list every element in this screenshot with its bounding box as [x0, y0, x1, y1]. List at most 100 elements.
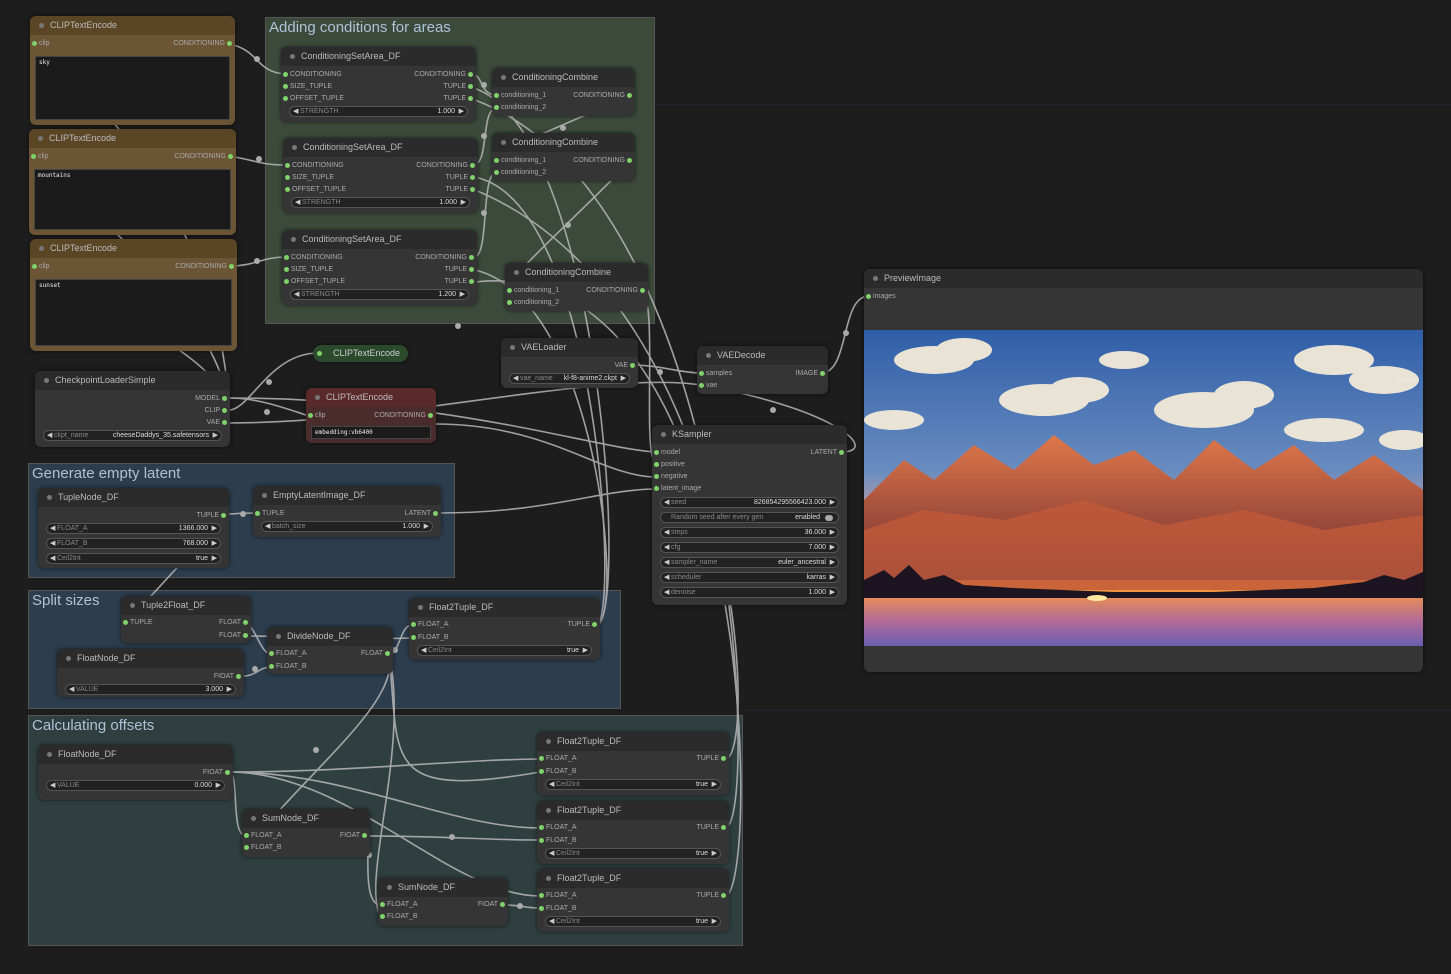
output-socket[interactable] — [228, 154, 233, 159]
input-socket[interactable] — [539, 769, 544, 774]
clip-text-encode-sunset[interactable]: CLIPTextEncode clip CONDITIONING sunset — [30, 239, 237, 351]
node-header[interactable]: Float2Tuple_DF — [537, 732, 729, 751]
input-socket[interactable] — [283, 72, 288, 77]
output-socket[interactable] — [839, 450, 844, 455]
ceil2int-toggle[interactable]: ◀ Ceil2Int true ▶ — [46, 553, 221, 564]
output-socket[interactable] — [221, 513, 226, 518]
collapse-dot[interactable] — [501, 75, 506, 80]
output-socket[interactable] — [243, 633, 248, 638]
input-socket[interactable] — [654, 462, 659, 467]
input-socket[interactable] — [699, 371, 704, 376]
clip-text-encode-sky[interactable]: CLIPTextEncode clip CONDITIONING sky — [30, 16, 235, 125]
output-socket[interactable] — [469, 279, 474, 284]
input-socket[interactable] — [244, 833, 249, 838]
node-header[interactable]: VAEDecode — [697, 346, 828, 365]
collapse-dot[interactable] — [130, 603, 135, 608]
input-socket[interactable] — [507, 288, 512, 293]
collapse-dot[interactable] — [47, 495, 52, 500]
input-socket[interactable] — [285, 163, 290, 168]
output-socket[interactable] — [469, 267, 474, 272]
collapse-dot[interactable] — [387, 885, 392, 890]
cfg-field[interactable]: ◀ cfg 7.000 ▶ — [660, 542, 839, 553]
steps-field[interactable]: ◀ steps 36.000 ▶ — [660, 527, 839, 538]
node-header[interactable]: CLIPTextEncode — [29, 129, 236, 148]
output-socket[interactable] — [229, 264, 234, 269]
random-seed-toggle[interactable]: Random seed after every gen enabled — [660, 512, 839, 523]
float-node[interactable]: FloatNode_DF FIOAT ◀ VALUE 3.000 ▶ — [57, 649, 244, 697]
node-header[interactable]: ConditioningCombine — [492, 133, 635, 152]
vae-loader-node[interactable]: VAELoader VAE ◀ vae_name kl-f8-anime2.ckpt… — [501, 338, 638, 388]
node-header[interactable]: TupleNode_DF — [38, 488, 229, 507]
input-socket[interactable] — [866, 294, 871, 299]
generated-image[interactable] — [864, 330, 1423, 646]
output-socket[interactable] — [243, 620, 248, 625]
scheduler-combo[interactable]: ◀ scheduler karras ▶ — [660, 572, 839, 583]
node-header[interactable]: SumNode_DF — [242, 809, 370, 828]
node-header[interactable]: FloatNode_DF — [57, 649, 244, 668]
node-header[interactable]: ConditioningSetArea_DF — [281, 47, 476, 66]
node-header[interactable]: ConditioningSetArea_DF — [282, 230, 477, 249]
collapse-dot[interactable] — [546, 808, 551, 813]
prompt-textarea[interactable]: mountains — [34, 169, 231, 230]
output-socket[interactable] — [468, 84, 473, 89]
node-header[interactable]: ConditioningCombine — [492, 68, 635, 87]
input-socket[interactable] — [285, 187, 290, 192]
output-socket[interactable] — [227, 41, 232, 46]
collapse-dot[interactable] — [292, 145, 297, 150]
collapse-dot[interactable] — [39, 23, 44, 28]
input-socket[interactable] — [654, 450, 659, 455]
clip-text-encode-collapsed[interactable]: CLIPTextEncode — [313, 345, 408, 362]
output-socket[interactable] — [225, 770, 230, 775]
tuple-node[interactable]: TupleNode_DF TUPLE ◀ FLOAT_A 1366.000 ▶ ◀ FL… — [38, 488, 229, 568]
input-socket[interactable] — [539, 906, 544, 911]
node-header[interactable]: FloatNode_DF — [38, 745, 233, 764]
output-socket[interactable] — [468, 96, 473, 101]
strength-slider[interactable]: ◀ STRENGTH 1.000 ▶ — [291, 197, 470, 208]
output-socket[interactable] — [627, 93, 632, 98]
float2tuple-node[interactable]: Float2Tuple_DF FLOAT_A TUPLE FLOAT_B ◀ Cei… — [537, 801, 729, 864]
collapse-dot[interactable] — [291, 237, 296, 242]
output-socket[interactable] — [236, 674, 241, 679]
float-b-field[interactable]: ◀ FLOAT_B 768.000 ▶ — [46, 538, 221, 549]
input-socket[interactable] — [255, 511, 260, 516]
input-socket[interactable] — [494, 158, 499, 163]
prompt-textarea[interactable]: sky — [35, 56, 230, 120]
collapse-dot[interactable] — [38, 136, 43, 141]
node-header[interactable]: CheckpointLoaderSimple — [35, 371, 230, 390]
output-socket[interactable] — [222, 396, 227, 401]
input-socket[interactable] — [244, 845, 249, 850]
input-socket[interactable] — [494, 105, 499, 110]
node-header[interactable]: Float2Tuple_DF — [537, 801, 729, 820]
prompt-textarea[interactable]: sunset — [35, 279, 232, 346]
tuple2float-node[interactable]: Tuple2Float_DF TUPLE FLOAT FLOAT — [121, 596, 251, 643]
ceil2int-toggle[interactable]: ◀ Ceil2Int true ▶ — [545, 779, 721, 790]
collapse-dot[interactable] — [418, 605, 423, 610]
output-socket[interactable] — [592, 622, 597, 627]
node-header[interactable]: KSampler — [652, 425, 847, 444]
prompt-textarea[interactable]: embedding:vb6400 — [311, 426, 431, 439]
collapse-dot[interactable] — [44, 378, 49, 383]
float2tuple-node[interactable]: Float2Tuple_DF FLOAT_A TUPLE FLOAT_B ◀ Cei… — [409, 598, 600, 660]
node-header[interactable]: ConditioningCombine — [505, 263, 648, 282]
input-socket[interactable] — [284, 255, 289, 260]
input-socket[interactable] — [123, 620, 128, 625]
node-header[interactable]: Float2Tuple_DF — [409, 598, 600, 617]
input-socket[interactable] — [32, 264, 37, 269]
conditioning-combine-node[interactable]: ConditioningCombine conditioning_1 CONDIT… — [492, 133, 635, 181]
input-socket[interactable] — [269, 664, 274, 669]
output-socket[interactable] — [630, 363, 635, 368]
input-socket[interactable] — [284, 279, 289, 284]
sum-node[interactable]: SumNode_DF FLOAT_A FIOAT FLOAT_B — [378, 878, 508, 926]
output-socket[interactable] — [468, 72, 473, 77]
input-socket[interactable] — [317, 351, 322, 356]
conditioning-combine-node[interactable]: ConditioningCombine conditioning_1 CONDIT… — [505, 263, 648, 311]
input-socket[interactable] — [654, 486, 659, 491]
input-socket[interactable] — [507, 300, 512, 305]
output-socket[interactable] — [627, 158, 632, 163]
input-socket[interactable] — [699, 383, 704, 388]
clip-text-encode-negative[interactable]: CLIPTextEncode clip CONDITIONING embeddin… — [306, 388, 436, 443]
input-socket[interactable] — [380, 902, 385, 907]
collapse-dot[interactable] — [47, 752, 52, 757]
vae-name-combo[interactable]: ◀ vae_name kl-f8-anime2.ckpt ▶ — [509, 373, 630, 384]
ceil2int-toggle[interactable]: ◀ Ceil2Int true ▶ — [545, 848, 721, 859]
